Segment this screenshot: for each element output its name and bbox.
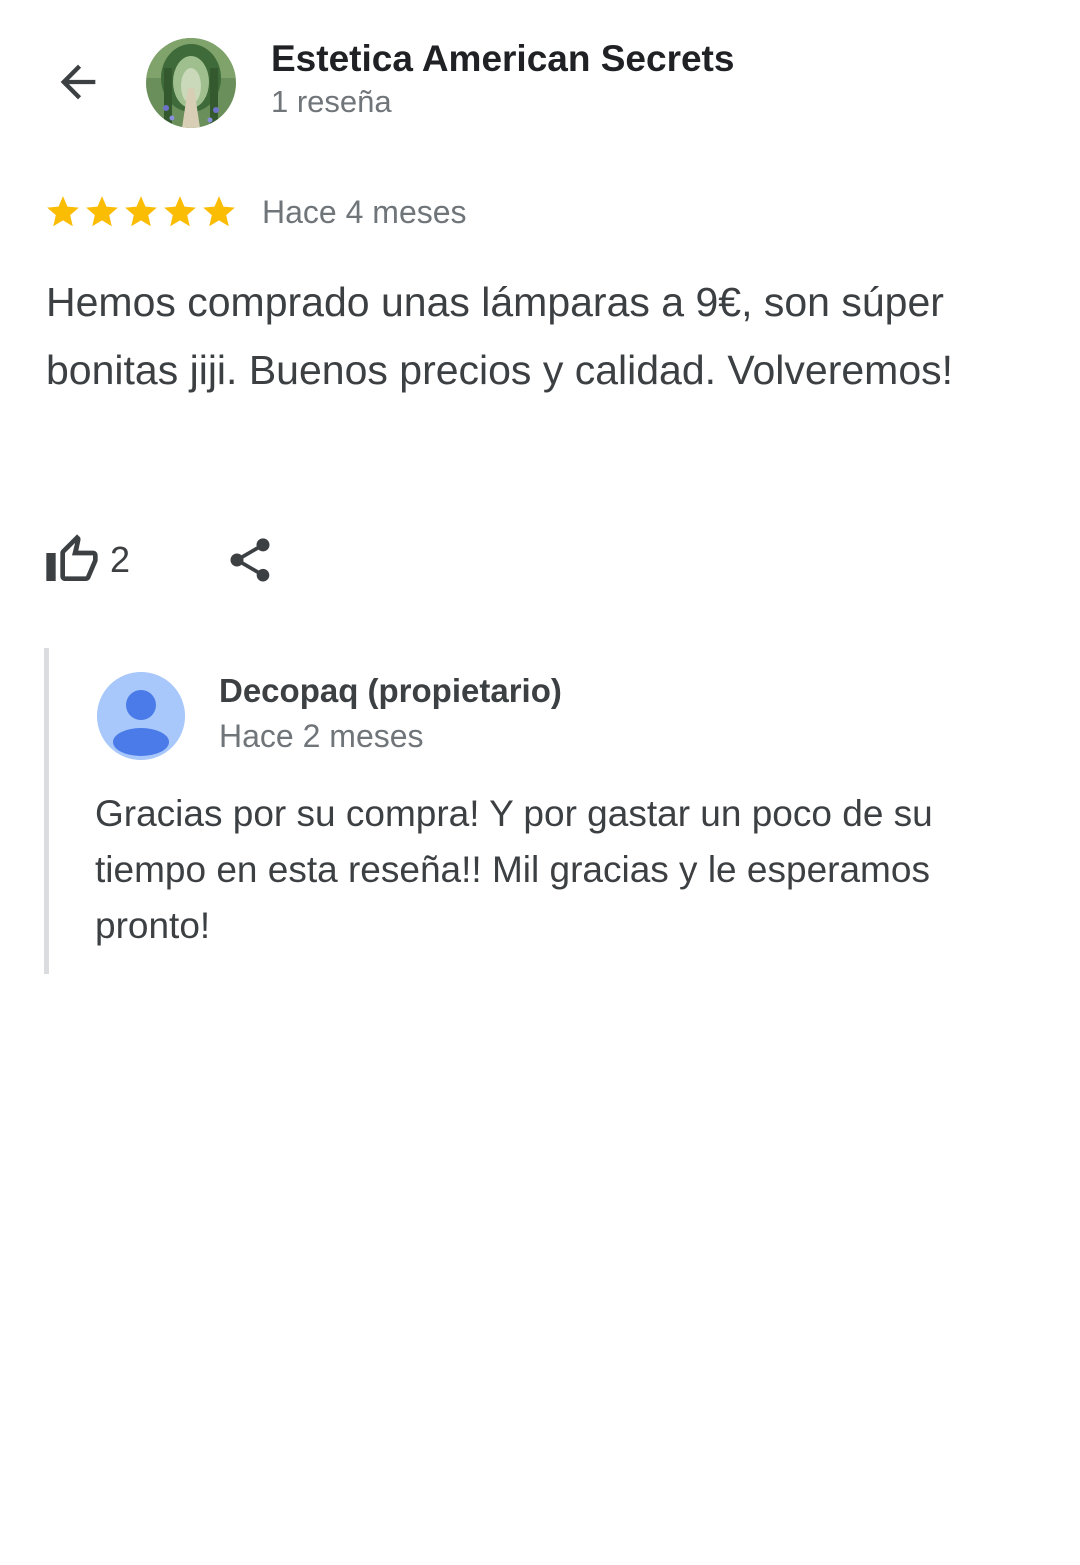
- star-icon: [164, 196, 196, 227]
- owner-reply: Decopaq (propietario) Hace 2 meses Graci…: [44, 648, 1029, 974]
- place-title: Estetica American Secrets: [271, 38, 735, 79]
- like-count: 2: [110, 539, 131, 580]
- star-icon: [203, 196, 235, 227]
- thumb-up-icon: [46, 534, 98, 581]
- review-count: 1 reseña: [271, 84, 392, 119]
- owner-name: Decopaq (propietario): [219, 672, 562, 709]
- rating-row: Hace 4 meses: [44, 190, 467, 234]
- star-icon: [47, 196, 79, 227]
- arrow-left-icon: [60, 64, 96, 100]
- default-person-avatar-icon: [97, 672, 185, 760]
- star-icon: [86, 196, 118, 227]
- owner-reply-time: Hace 2 meses: [219, 718, 424, 754]
- header: Estetica American Secrets 1 reseña: [0, 0, 1080, 150]
- place-avatar[interactable]: [146, 38, 236, 128]
- review-time: Hace 4 meses: [262, 193, 467, 230]
- share-icon: [230, 538, 270, 582]
- back-button[interactable]: [44, 48, 112, 116]
- owner-avatar: [97, 672, 185, 760]
- star-rating: [44, 193, 238, 231]
- like-button[interactable]: 2: [44, 532, 130, 588]
- review-page: Estetica American Secrets 1 reseña Hace …: [0, 0, 1080, 1565]
- share-button[interactable]: [220, 530, 280, 590]
- review-actions: 2: [44, 528, 280, 592]
- place-photo-icon: [146, 38, 236, 128]
- owner-reply-text: Gracias por su compra! Y por gastar un p…: [95, 793, 933, 946]
- review-text: Hemos comprado unas lámparas a 9€, son s…: [46, 279, 954, 393]
- star-icon: [125, 196, 157, 227]
